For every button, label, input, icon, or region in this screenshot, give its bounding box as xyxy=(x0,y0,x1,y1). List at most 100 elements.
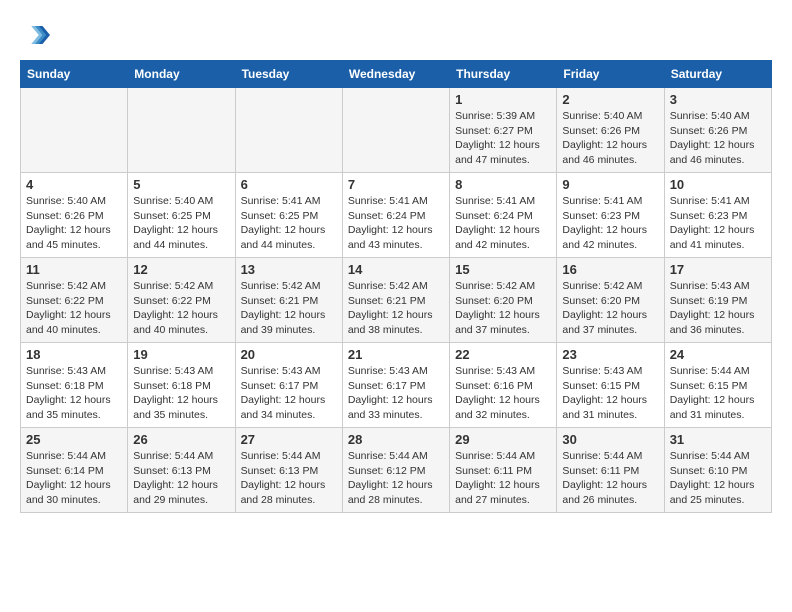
calendar-header-row: SundayMondayTuesdayWednesdayThursdayFrid… xyxy=(21,61,772,88)
day-number: 7 xyxy=(348,177,444,192)
page-header xyxy=(20,20,772,50)
day-number: 11 xyxy=(26,262,122,277)
day-info: Sunrise: 5:44 AM Sunset: 6:12 PM Dayligh… xyxy=(348,449,444,508)
day-number: 4 xyxy=(26,177,122,192)
day-info: Sunrise: 5:40 AM Sunset: 6:26 PM Dayligh… xyxy=(670,109,766,168)
day-info: Sunrise: 5:44 AM Sunset: 6:14 PM Dayligh… xyxy=(26,449,122,508)
day-header-friday: Friday xyxy=(557,61,664,88)
day-info: Sunrise: 5:42 AM Sunset: 6:20 PM Dayligh… xyxy=(455,279,551,338)
day-header-sunday: Sunday xyxy=(21,61,128,88)
calendar-cell: 2 Sunrise: 5:40 AM Sunset: 6:26 PM Daylig… xyxy=(557,88,664,173)
day-info: Sunrise: 5:44 AM Sunset: 6:13 PM Dayligh… xyxy=(241,449,337,508)
calendar-cell: 6 Sunrise: 5:41 AM Sunset: 6:25 PM Daylig… xyxy=(235,173,342,258)
day-number: 26 xyxy=(133,432,229,447)
day-number: 18 xyxy=(26,347,122,362)
day-number: 31 xyxy=(670,432,766,447)
day-number: 15 xyxy=(455,262,551,277)
calendar-cell: 1 Sunrise: 5:39 AM Sunset: 6:27 PM Daylig… xyxy=(450,88,557,173)
day-info: Sunrise: 5:44 AM Sunset: 6:11 PM Dayligh… xyxy=(455,449,551,508)
day-header-wednesday: Wednesday xyxy=(342,61,449,88)
day-info: Sunrise: 5:44 AM Sunset: 6:11 PM Dayligh… xyxy=(562,449,658,508)
day-info: Sunrise: 5:43 AM Sunset: 6:15 PM Dayligh… xyxy=(562,364,658,423)
day-info: Sunrise: 5:42 AM Sunset: 6:20 PM Dayligh… xyxy=(562,279,658,338)
day-info: Sunrise: 5:44 AM Sunset: 6:15 PM Dayligh… xyxy=(670,364,766,423)
day-number: 6 xyxy=(241,177,337,192)
day-info: Sunrise: 5:42 AM Sunset: 6:21 PM Dayligh… xyxy=(348,279,444,338)
day-info: Sunrise: 5:42 AM Sunset: 6:21 PM Dayligh… xyxy=(241,279,337,338)
calendar-cell xyxy=(342,88,449,173)
day-header-saturday: Saturday xyxy=(664,61,771,88)
day-info: Sunrise: 5:41 AM Sunset: 6:24 PM Dayligh… xyxy=(455,194,551,253)
calendar-cell xyxy=(128,88,235,173)
day-info: Sunrise: 5:43 AM Sunset: 6:16 PM Dayligh… xyxy=(455,364,551,423)
calendar-cell: 14Sunrise: 5:42 AM Sunset: 6:21 PM Dayli… xyxy=(342,258,449,343)
calendar-cell: 8 Sunrise: 5:41 AM Sunset: 6:24 PM Daylig… xyxy=(450,173,557,258)
calendar-cell: 19Sunrise: 5:43 AM Sunset: 6:18 PM Dayli… xyxy=(128,343,235,428)
calendar-cell: 10 Sunrise: 5:41 AM Sunset: 6:23 PM Dayli… xyxy=(664,173,771,258)
day-header-monday: Monday xyxy=(128,61,235,88)
day-number: 30 xyxy=(562,432,658,447)
calendar-cell: 3 Sunrise: 5:40 AM Sunset: 6:26 PM Daylig… xyxy=(664,88,771,173)
calendar-cell xyxy=(21,88,128,173)
day-info: Sunrise: 5:40 AM Sunset: 6:26 PM Dayligh… xyxy=(26,194,122,253)
logo-icon xyxy=(20,20,50,50)
calendar-week-row: 11 Sunrise: 5:42 AM Sunset: 6:22 PM Dayli… xyxy=(21,258,772,343)
day-number: 10 xyxy=(670,177,766,192)
calendar-cell: 9 Sunrise: 5:41 AM Sunset: 6:23 PM Daylig… xyxy=(557,173,664,258)
day-number: 3 xyxy=(670,92,766,107)
calendar-week-row: 18 Sunrise: 5:43 AM Sunset: 6:18 PM Dayli… xyxy=(21,343,772,428)
calendar-table: SundayMondayTuesdayWednesdayThursdayFrid… xyxy=(20,60,772,513)
day-number: 12 xyxy=(133,262,229,277)
calendar-cell: 12Sunrise: 5:42 AM Sunset: 6:22 PM Dayli… xyxy=(128,258,235,343)
day-info: Sunrise: 5:41 AM Sunset: 6:25 PM Dayligh… xyxy=(241,194,337,253)
day-number: 1 xyxy=(455,92,551,107)
day-info: Sunrise: 5:40 AM Sunset: 6:25 PM Dayligh… xyxy=(133,194,229,253)
day-info: Sunrise: 5:43 AM Sunset: 6:17 PM Dayligh… xyxy=(348,364,444,423)
calendar-week-row: 1 Sunrise: 5:39 AM Sunset: 6:27 PM Daylig… xyxy=(21,88,772,173)
day-number: 9 xyxy=(562,177,658,192)
day-number: 21 xyxy=(348,347,444,362)
calendar-cell: 27 Sunrise: 5:44 AM Sunset: 6:13 PM Dayli… xyxy=(235,428,342,513)
day-info: Sunrise: 5:44 AM Sunset: 6:13 PM Dayligh… xyxy=(133,449,229,508)
calendar-cell: 28Sunrise: 5:44 AM Sunset: 6:12 PM Dayli… xyxy=(342,428,449,513)
calendar-week-row: 4 Sunrise: 5:40 AM Sunset: 6:26 PM Daylig… xyxy=(21,173,772,258)
day-number: 17 xyxy=(670,262,766,277)
calendar-week-row: 25 Sunrise: 5:44 AM Sunset: 6:14 PM Dayli… xyxy=(21,428,772,513)
day-number: 8 xyxy=(455,177,551,192)
day-number: 2 xyxy=(562,92,658,107)
calendar-cell: 24Sunrise: 5:44 AM Sunset: 6:15 PM Dayli… xyxy=(664,343,771,428)
calendar-cell: 20 Sunrise: 5:43 AM Sunset: 6:17 PM Dayli… xyxy=(235,343,342,428)
calendar-cell: 5 Sunrise: 5:40 AM Sunset: 6:25 PM Daylig… xyxy=(128,173,235,258)
calendar-cell: 22 Sunrise: 5:43 AM Sunset: 6:16 PM Dayli… xyxy=(450,343,557,428)
day-info: Sunrise: 5:42 AM Sunset: 6:22 PM Dayligh… xyxy=(26,279,122,338)
day-info: Sunrise: 5:41 AM Sunset: 6:23 PM Dayligh… xyxy=(562,194,658,253)
day-info: Sunrise: 5:43 AM Sunset: 6:18 PM Dayligh… xyxy=(133,364,229,423)
calendar-cell: 15 Sunrise: 5:42 AM Sunset: 6:20 PM Dayli… xyxy=(450,258,557,343)
day-number: 20 xyxy=(241,347,337,362)
day-info: Sunrise: 5:41 AM Sunset: 6:23 PM Dayligh… xyxy=(670,194,766,253)
calendar-cell: 23 Sunrise: 5:43 AM Sunset: 6:15 PM Dayli… xyxy=(557,343,664,428)
day-header-thursday: Thursday xyxy=(450,61,557,88)
day-number: 16 xyxy=(562,262,658,277)
calendar-cell: 11 Sunrise: 5:42 AM Sunset: 6:22 PM Dayli… xyxy=(21,258,128,343)
day-number: 22 xyxy=(455,347,551,362)
calendar-cell: 31Sunrise: 5:44 AM Sunset: 6:10 PM Dayli… xyxy=(664,428,771,513)
day-info: Sunrise: 5:40 AM Sunset: 6:26 PM Dayligh… xyxy=(562,109,658,168)
calendar-cell: 21 Sunrise: 5:43 AM Sunset: 6:17 PM Dayli… xyxy=(342,343,449,428)
calendar-cell: 26 Sunrise: 5:44 AM Sunset: 6:13 PM Dayli… xyxy=(128,428,235,513)
day-info: Sunrise: 5:39 AM Sunset: 6:27 PM Dayligh… xyxy=(455,109,551,168)
day-number: 25 xyxy=(26,432,122,447)
day-number: 23 xyxy=(562,347,658,362)
day-info: Sunrise: 5:43 AM Sunset: 6:17 PM Dayligh… xyxy=(241,364,337,423)
day-number: 29 xyxy=(455,432,551,447)
day-number: 13 xyxy=(241,262,337,277)
calendar-cell: 13 Sunrise: 5:42 AM Sunset: 6:21 PM Dayli… xyxy=(235,258,342,343)
calendar-cell: 18Sunrise: 5:43 AM Sunset: 6:18 PM Dayli… xyxy=(21,343,128,428)
calendar-cell: 7 Sunrise: 5:41 AM Sunset: 6:24 PM Daylig… xyxy=(342,173,449,258)
day-info: Sunrise: 5:41 AM Sunset: 6:24 PM Dayligh… xyxy=(348,194,444,253)
day-number: 27 xyxy=(241,432,337,447)
day-info: Sunrise: 5:43 AM Sunset: 6:19 PM Dayligh… xyxy=(670,279,766,338)
calendar-cell: 25 Sunrise: 5:44 AM Sunset: 6:14 PM Dayli… xyxy=(21,428,128,513)
day-number: 5 xyxy=(133,177,229,192)
calendar-cell: 4 Sunrise: 5:40 AM Sunset: 6:26 PM Daylig… xyxy=(21,173,128,258)
